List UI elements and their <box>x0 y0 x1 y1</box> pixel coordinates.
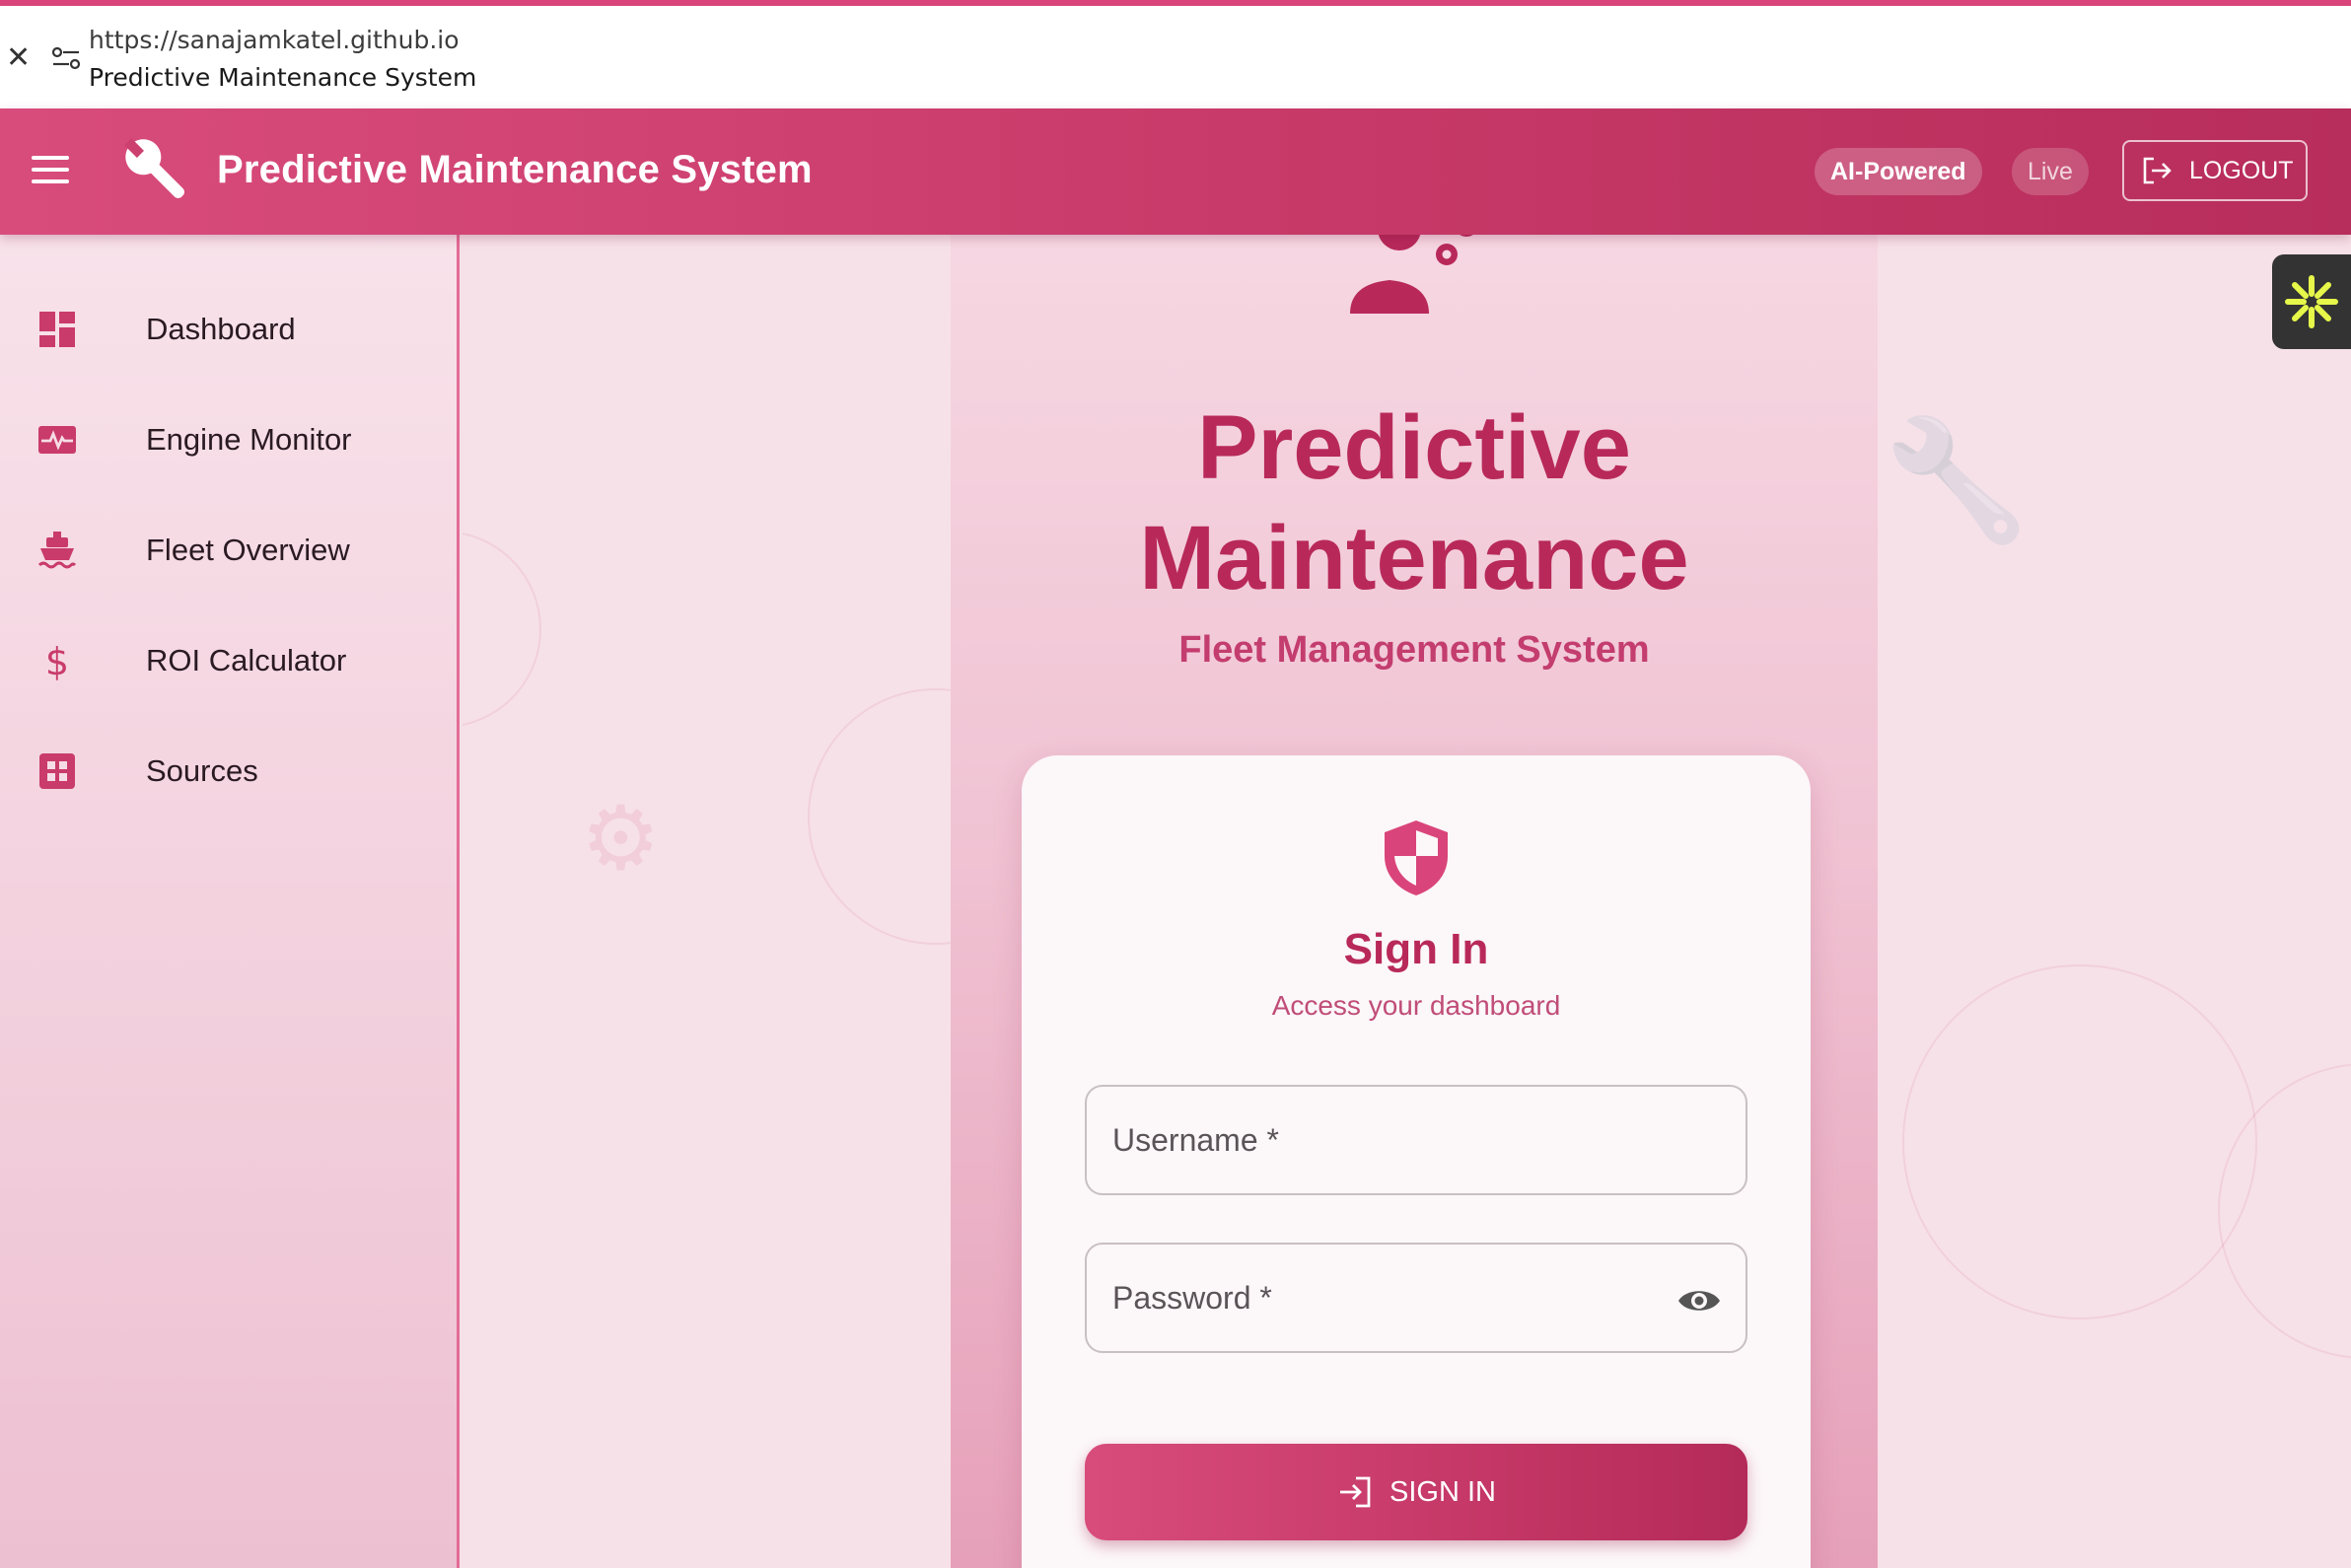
eye-icon[interactable] <box>1676 1278 1722 1323</box>
browser-address-bar: ✕ https://sanajamkatel.github.io Predict… <box>0 6 2351 108</box>
login-card: Sign In Access your dashboard Username *… <box>1022 755 1811 1568</box>
sidebar-item-label: Engine Monitor <box>146 422 352 457</box>
sign-in-title: Sign In <box>1343 925 1489 973</box>
main-content: ⚙ 🔧 Predictive Maintenance Fleet Managem… <box>463 235 2351 1568</box>
sign-in-label: SIGN IN <box>1389 1475 1496 1508</box>
hero-title-line1: Predictive <box>1197 397 1631 498</box>
username-input[interactable] <box>1087 1087 1745 1193</box>
username-field <box>1085 1085 1747 1195</box>
background-circle <box>1902 964 2257 1319</box>
logout-label: LOGOUT <box>2189 156 2294 184</box>
sign-in-button[interactable]: SIGN IN <box>1085 1444 1747 1540</box>
background-wrench-icon: 🔧 <box>1883 412 2030 549</box>
sidebar-item-label: ROI Calculator <box>146 643 347 677</box>
background-gear-icon: ⚙ <box>581 787 661 891</box>
menu-icon[interactable] <box>32 156 69 185</box>
logout-icon <box>2143 157 2172 184</box>
wrench-icon <box>124 138 185 199</box>
svg-text:$: $ <box>45 641 69 680</box>
background-circle <box>463 531 541 728</box>
app-header: Predictive Maintenance System AI-Powered… <box>0 108 2351 235</box>
floating-widget-button[interactable] <box>2272 254 2351 349</box>
sidebar-item-label: Fleet Overview <box>146 533 350 567</box>
site-settings-icon[interactable] <box>51 45 81 71</box>
sidebar-item-label: Dashboard <box>146 312 296 346</box>
dashboard-icon <box>39 312 75 347</box>
shield-icon <box>1385 820 1448 895</box>
login-icon <box>1340 1476 1371 1508</box>
sidebar-item-dashboard[interactable]: Dashboard <box>0 284 457 375</box>
sign-in-subtitle: Access your dashboard <box>1271 990 1561 1021</box>
password-field <box>1085 1243 1747 1353</box>
page-tab-title: Predictive Maintenance System <box>89 63 477 92</box>
engineer-gears-icon <box>1350 235 1473 314</box>
monitor-heart-icon <box>38 426 76 454</box>
sidebar-item-roi-calculator[interactable]: $ ROI Calculator <box>0 615 457 706</box>
ship-icon <box>37 532 77 569</box>
password-input[interactable] <box>1087 1245 1745 1351</box>
url-text[interactable]: https://sanajamkatel.github.io <box>89 26 460 54</box>
hero-panel: Predictive Maintenance Fleet Management … <box>951 235 1878 1568</box>
dollar-icon: $ <box>45 641 69 680</box>
sidebar: Dashboard Engine Monitor Fleet Overview … <box>0 235 460 1568</box>
sidebar-item-engine-monitor[interactable]: Engine Monitor <box>0 394 457 485</box>
live-badge: Live <box>2012 148 2089 195</box>
close-icon[interactable]: ✕ <box>6 43 31 73</box>
logout-button[interactable]: LOGOUT <box>2122 140 2308 201</box>
sidebar-item-sources[interactable]: Sources <box>0 726 457 817</box>
grid-icon <box>39 753 75 789</box>
ai-powered-badge: AI-Powered <box>1815 148 1982 195</box>
hero-title: Predictive Maintenance <box>951 392 1878 613</box>
sparkle-icon <box>2285 275 2338 328</box>
hero-title-line2: Maintenance <box>1139 508 1689 608</box>
sidebar-item-fleet-overview[interactable]: Fleet Overview <box>0 505 457 596</box>
app-title: Predictive Maintenance System <box>217 148 813 191</box>
sidebar-item-label: Sources <box>146 753 258 788</box>
hero-subtitle: Fleet Management System <box>1178 629 1650 671</box>
